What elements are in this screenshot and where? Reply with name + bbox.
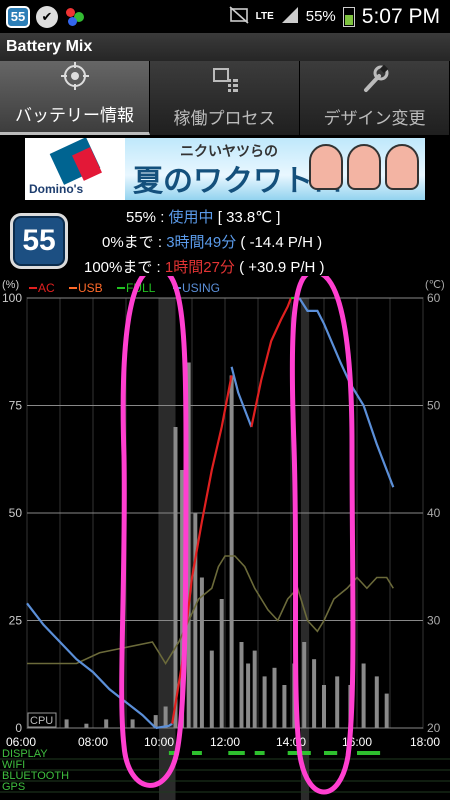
y-right-tick-label: 40 bbox=[427, 506, 441, 520]
battery-mix-badge-icon: 55 bbox=[6, 5, 30, 28]
cpu-bar bbox=[104, 719, 109, 728]
cpu-bar bbox=[229, 375, 234, 728]
cpu-bar bbox=[252, 650, 257, 728]
separator: : bbox=[152, 259, 165, 276]
cpu-bar bbox=[163, 706, 168, 728]
ad-brand: Domino's bbox=[29, 182, 84, 196]
app-title: Battery Mix bbox=[0, 33, 450, 61]
y-tick-label: 75 bbox=[9, 399, 23, 413]
battery-history-chart[interactable]: 0 25 50 75 100 20 30 40 50 60 (%) (℃) AC USB FULL USING… bbox=[0, 276, 450, 800]
cpu-bar bbox=[384, 693, 389, 728]
display-on-segment bbox=[254, 751, 265, 755]
cpu-bar bbox=[312, 659, 317, 728]
tab-label: デザイン変更 bbox=[323, 109, 426, 128]
cpu-bar bbox=[272, 667, 277, 728]
y-tick-label: 50 bbox=[9, 506, 23, 520]
legend-label: AC bbox=[38, 281, 55, 295]
display-on-segment bbox=[192, 751, 202, 755]
legend-label: USB bbox=[78, 281, 103, 295]
tab-label: バッテリー情報 bbox=[15, 106, 134, 125]
time-to-full-value: 1時間27分 bbox=[164, 259, 235, 276]
display-on-segment bbox=[228, 751, 245, 755]
battery-temperature: [ 33.8℃ ] bbox=[213, 209, 281, 226]
dominos-logo: Domino's bbox=[25, 138, 125, 200]
legend-label: USING bbox=[182, 281, 220, 295]
y-right-tick-label: 60 bbox=[427, 291, 441, 305]
battery-percent: 55% bbox=[305, 8, 336, 25]
tab-battery-info[interactable]: バッテリー情報 bbox=[0, 61, 150, 135]
x-tick-label: 18:00 bbox=[410, 735, 440, 749]
cpu-bar bbox=[84, 723, 89, 728]
x-tick-label: 08:00 bbox=[78, 735, 108, 749]
tab-label: 稼働プロセス bbox=[173, 109, 276, 128]
ad-banner[interactable]: Domino's ニクいヤツらの 夏のワクワトロ bbox=[25, 138, 425, 200]
cpu-label: CPU bbox=[30, 715, 53, 727]
process-list-icon bbox=[210, 64, 240, 94]
time-to-full-line: 100%まで : 1時間27分 ( +30.9 P/H ) bbox=[84, 256, 325, 277]
time-to-empty-line: 0%まで : 3時間49分 ( -14.4 P/H ) bbox=[102, 231, 322, 252]
y-right-axis-unit: (℃) bbox=[425, 279, 445, 291]
cpu-bar bbox=[361, 663, 366, 728]
separator: : bbox=[153, 234, 167, 251]
y-tick-label: 25 bbox=[9, 614, 23, 628]
time-to-full-label: 100%まで bbox=[84, 259, 153, 276]
tab-design-change[interactable]: デザイン変更 bbox=[300, 61, 450, 135]
cpu-bar bbox=[246, 663, 251, 728]
lte-icon: LTE bbox=[255, 10, 274, 22]
x-tick-label: 12:00 bbox=[210, 735, 240, 749]
status-bar: 55 ✔ LTE 55% 5:07 PM bbox=[0, 0, 450, 33]
cpu-bar bbox=[335, 676, 340, 728]
clock: 5:07 PM bbox=[361, 4, 440, 28]
cpu-bar bbox=[173, 427, 178, 728]
time-to-empty-value: 3時間49分 bbox=[166, 234, 237, 251]
x-tick-label: 16:00 bbox=[342, 735, 372, 749]
cpu-bar bbox=[282, 685, 287, 728]
y-tick-label: 0 bbox=[15, 721, 22, 735]
x-tick-label: 06:00 bbox=[6, 735, 36, 749]
time-to-empty-label: 0%まで bbox=[102, 234, 154, 251]
cpu-bar bbox=[209, 650, 214, 728]
x-tick-label: 10:00 bbox=[144, 735, 174, 749]
tab-running-processes[interactable]: 稼働プロセス bbox=[150, 61, 300, 135]
separator: : bbox=[156, 209, 169, 226]
cpu-bar bbox=[239, 642, 244, 728]
y-right-tick-label: 20 bbox=[427, 721, 441, 735]
cpu-bar bbox=[130, 719, 135, 728]
display-on-segment bbox=[324, 751, 338, 755]
discharge-rate: ( -14.4 P/H ) bbox=[236, 234, 323, 251]
battery-history-chart-svg: 02550751002030405060(%) (℃)AC USB FULL USING… bbox=[0, 276, 450, 800]
ad-characters-image bbox=[309, 144, 419, 190]
target-icon bbox=[60, 61, 90, 91]
y-tick-label: 100 bbox=[2, 291, 22, 305]
battery-level-badge: 55 bbox=[10, 213, 68, 269]
wrench-icon bbox=[360, 64, 390, 94]
y-right-tick-label: 30 bbox=[427, 614, 441, 628]
battery-level-badge-value: 55 bbox=[13, 216, 65, 266]
y-right-tick-label: 50 bbox=[427, 399, 441, 413]
cpu-bar bbox=[374, 676, 379, 728]
status-line: 55% : 使用中 [ 33.8℃ ] bbox=[126, 206, 280, 227]
tab-bar: バッテリー情報 稼働プロセス デザイン変更 bbox=[0, 61, 450, 135]
battery-level: 55% bbox=[126, 209, 157, 226]
cpu-bar bbox=[219, 599, 224, 728]
cpu-bar bbox=[322, 685, 326, 728]
cpu-bar bbox=[64, 719, 69, 728]
vine-icon: ✔ bbox=[36, 5, 58, 28]
display-on-segment bbox=[357, 751, 381, 755]
cpu-bar bbox=[262, 676, 267, 728]
x-tick-label: 14:00 bbox=[276, 735, 306, 749]
app-icon bbox=[64, 6, 86, 28]
cpu-bar bbox=[302, 642, 307, 728]
activity-row-label: GPS bbox=[2, 781, 25, 793]
charge-rate: ( +30.9 P/H ) bbox=[234, 259, 325, 276]
y-axis-unit: (%) bbox=[2, 279, 19, 291]
cpu-bar bbox=[199, 577, 204, 728]
battery-icon bbox=[342, 6, 355, 27]
signal-icon bbox=[281, 6, 299, 28]
mute-icon bbox=[229, 5, 249, 28]
charge-state: 使用中 bbox=[168, 209, 214, 226]
